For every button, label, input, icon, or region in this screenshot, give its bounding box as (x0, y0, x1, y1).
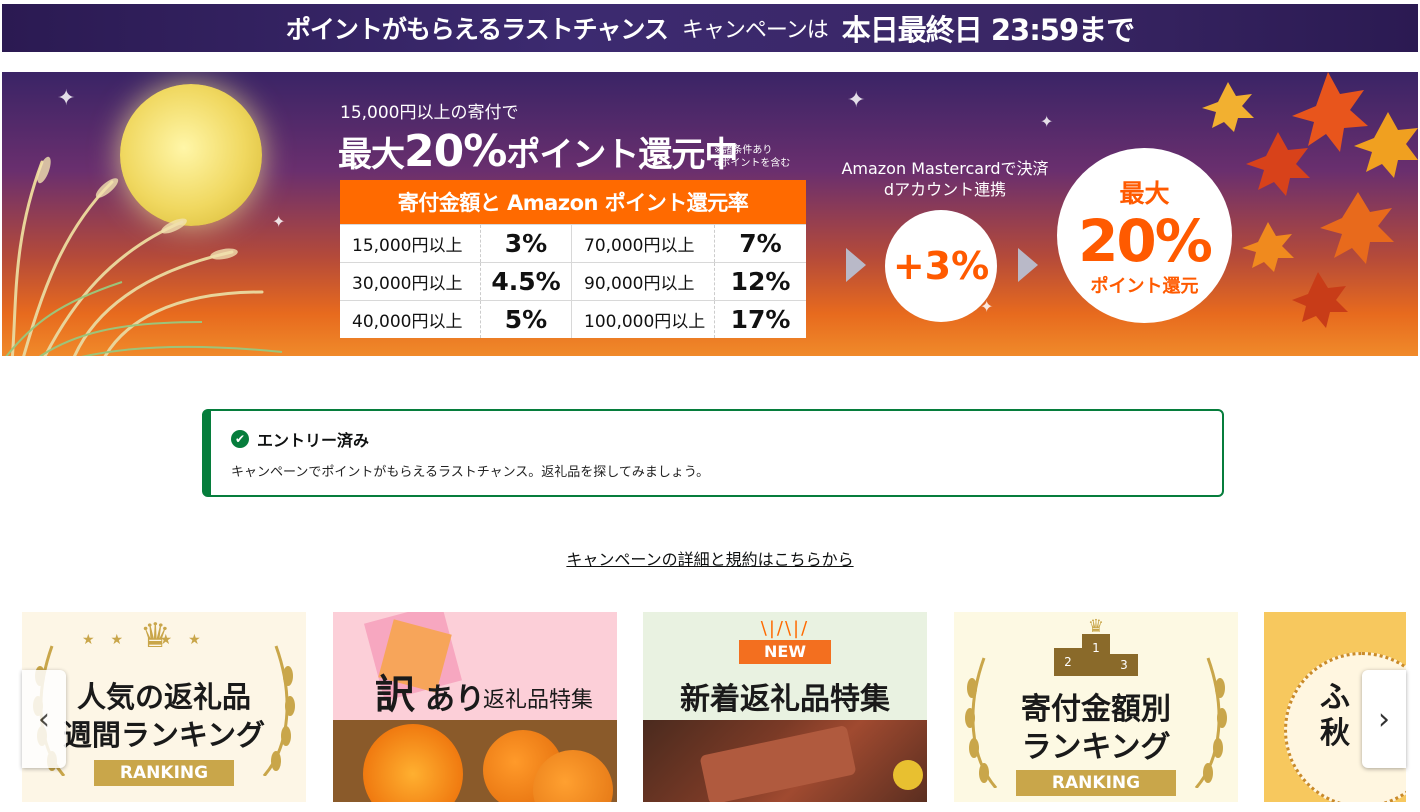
rate-percent: 17% (714, 301, 806, 338)
sparkle-icon: ✦ (57, 86, 76, 111)
campaign-details-link[interactable]: キャンペーンの詳細と規約はこちらから (0, 546, 1420, 570)
carousel-next-button[interactable]: › (1362, 670, 1406, 768)
carousel-card-outlet-items[interactable]: 訳 あり 返礼品特集 (333, 612, 617, 802)
banner-lead-text: ポイントがもらえるラストチャンス (285, 15, 669, 44)
stars-decoration: ★★ ★★ (82, 632, 217, 648)
card-title-line-2: 秋 (1320, 716, 1350, 751)
card-title-line-2: ランキング (1021, 730, 1171, 765)
sparkle-icon: ✦ (1040, 112, 1054, 131)
rate-amount: 15,000円以上 (352, 236, 463, 256)
rate-amount: 70,000円以上 (584, 236, 695, 256)
ranking-ribbon: RANKING (94, 760, 234, 786)
rate-percent: 12% (714, 263, 806, 300)
headline-prefix: 最大 (338, 135, 405, 175)
plus-bonus-badge: +3% (885, 210, 997, 322)
carousel-prev-button[interactable]: ‹ (22, 670, 66, 768)
max-return-badge: 最大 20% ポイント還元 (1057, 148, 1232, 323)
rate-percent: 5% (480, 301, 572, 338)
card-title: 新着返礼品特集 (680, 682, 890, 717)
rate-table-title: 寄付金額と Amazon ポイント還元率 (340, 180, 806, 224)
max-subtext: ポイント還元 (1090, 275, 1199, 297)
max-percentage: 20% (1078, 206, 1213, 275)
rate-table-row: 40,000円以上 5% 100,000円以上 17% (340, 300, 806, 338)
ranking-ribbon: RANKING (1016, 770, 1176, 796)
sparkle-icon: ✦ (847, 88, 866, 113)
point-rate-table: 寄付金額と Amazon ポイント還元率 15,000円以上 3% 70,000… (340, 180, 806, 338)
sparkle-icon: ✦ (272, 212, 286, 231)
feature-carousel: ♛ ★★ ★★ 人気の返礼品 週間ランキング RANKING 訳 あり 返礼品特… (0, 612, 1420, 804)
outlet-kanji: 訳 (375, 672, 415, 718)
notice-title: エントリー済み (257, 431, 370, 450)
podium-icon: 2 1 3 ♛ (1054, 616, 1138, 676)
rate-percent: 3% (480, 225, 572, 262)
mastercard-bonus-text: Amazon Mastercardで決済 dアカウント連携 (834, 158, 1056, 200)
new-badge: NEW (739, 640, 831, 664)
entry-status-notice: ✔ エントリー済み キャンペーンでポイントがもらえるラストチャンス。返礼品を探し… (202, 409, 1224, 497)
mastercard-line-1: Amazon Mastercardで決済 (841, 159, 1049, 178)
mastercard-line-2: dアカウント連携 (883, 180, 1007, 199)
headline-suffix: ポイント還元中 (506, 135, 738, 175)
footnote-line-2: dポイントを含む (714, 158, 791, 169)
check-circle-icon: ✔ (231, 430, 249, 448)
rate-amount: 90,000円以上 (584, 274, 695, 294)
hero-footnote: ※諸条件あり dポイントを含む (714, 144, 790, 170)
outlet-subtitle: 返礼品特集 (483, 688, 594, 713)
footnote-line-1: ※諸条件あり (714, 145, 773, 156)
product-photo-oranges (333, 720, 617, 802)
rate-amount: 30,000円以上 (352, 274, 463, 294)
hero-condition-text: 15,000円以上の寄付で (340, 103, 519, 123)
hero-headline: 最大20%ポイント還元中 (338, 126, 738, 177)
banner-middle-text: キャンペーンは (681, 18, 829, 43)
arrow-right-icon (1018, 248, 1038, 282)
rate-table-row: 15,000円以上 3% 70,000円以上 7% (340, 224, 806, 262)
notice-title-row: ✔ エントリー済み (231, 427, 369, 451)
sunburst-decoration: \|/\|/ (760, 618, 810, 639)
rate-amount: 100,000円以上 (584, 312, 706, 332)
rate-percent: 7% (714, 225, 806, 262)
carousel-card-new-arrivals[interactable]: \|/\|/ NEW 新着返礼品特集 (643, 612, 927, 802)
rate-table-row: 30,000円以上 4.5% 90,000円以上 12% (340, 262, 806, 300)
campaign-hero-banner[interactable]: ✦ ✦ ✦ ✦ ✦ 15,000円以上の寄付で 最大20%ポイント還元中 ※諸条… (2, 72, 1418, 356)
headline-percentage: 20% (404, 126, 507, 177)
rate-percent: 4.5% (480, 263, 572, 300)
campaign-deadline-banner[interactable]: ポイントがもらえるラストチャンス キャンペーンは 本日最終日 23:59まで (2, 4, 1418, 52)
outlet-label: あり (425, 682, 485, 717)
product-photo-steak (643, 720, 927, 802)
arrow-right-icon (846, 248, 866, 282)
banner-deadline-text: 本日最終日 23:59まで (841, 13, 1135, 47)
max-label: 最大 (1119, 178, 1170, 208)
rate-amount: 40,000円以上 (352, 312, 463, 332)
pampas-grass-illustration (5, 156, 283, 356)
carousel-card-amount-ranking[interactable]: 2 1 3 ♛ 寄付金額別 ランキング RANKING (954, 612, 1238, 802)
notice-message: キャンペーンでポイントがもらえるラストチャンス。返礼品を探してみましょう。 (231, 465, 710, 480)
